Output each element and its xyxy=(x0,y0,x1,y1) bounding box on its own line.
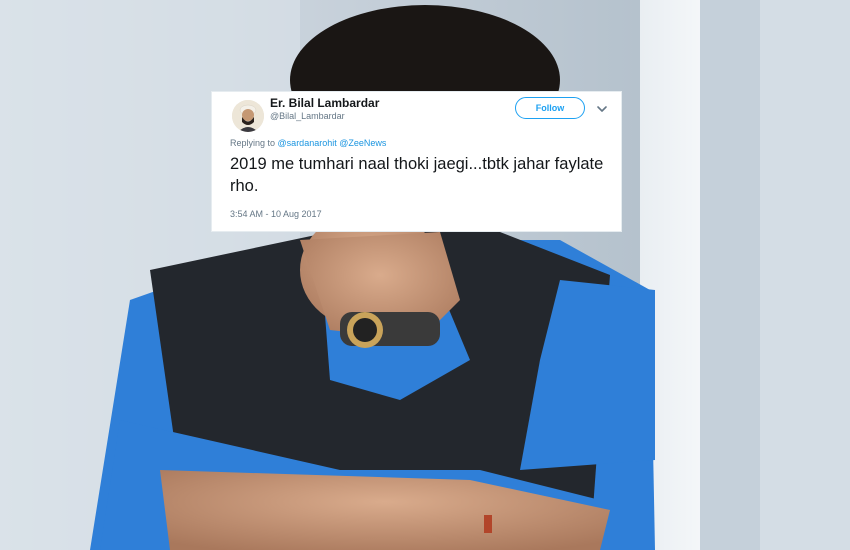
mention-link[interactable]: @ZeeNews xyxy=(339,138,386,148)
tweet-timestamp[interactable]: 3:54 AM - 10 Aug 2017 xyxy=(230,209,322,219)
background-photo xyxy=(0,0,850,550)
tweet-card: Er. Bilal Lambardar @Bilal_Lambardar Fol… xyxy=(211,91,622,232)
user-handle[interactable]: @Bilal_Lambardar xyxy=(270,111,345,121)
avatar[interactable] xyxy=(232,100,264,132)
chevron-down-icon[interactable] xyxy=(596,102,608,114)
reply-prefix: Replying to xyxy=(230,138,276,148)
reply-context: Replying to @sardanarohit @ZeeNews xyxy=(230,138,386,148)
tweet-text: 2019 me tumhari naal thoki jaegi...tbtk … xyxy=(230,155,604,195)
mention-link[interactable]: @sardanarohit xyxy=(278,138,337,148)
follow-button[interactable]: Follow xyxy=(515,97,585,119)
display-name[interactable]: Er. Bilal Lambardar xyxy=(270,96,379,110)
